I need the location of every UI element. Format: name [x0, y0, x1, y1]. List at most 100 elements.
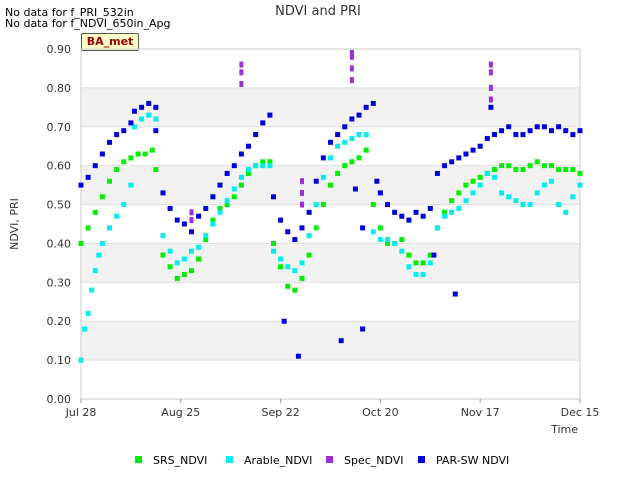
data-point-arable-ndvi: [174, 260, 180, 266]
data-point-par-sw-ndvi: [342, 124, 348, 130]
data-point-par-sw-ndvi: [431, 252, 437, 258]
legend-label: Arable_NDVI: [244, 454, 312, 467]
data-point-arable-ndvi: [556, 202, 562, 208]
x-tick-label: Dec 15: [561, 406, 600, 419]
data-point-arable-ndvi: [320, 174, 326, 180]
data-point-arable-ndvi: [188, 248, 194, 254]
data-point-spec-ndvi: [189, 209, 194, 216]
data-point-arable-ndvi: [377, 237, 383, 243]
data-point-arable-ndvi: [224, 198, 230, 204]
data-point-arable-ndvi: [499, 190, 505, 196]
data-point-srs-ndvi: [363, 147, 369, 153]
data-point-par-sw-ndvi: [224, 170, 230, 176]
data-point-arable-ndvi: [89, 287, 95, 293]
data-point-par-sw-ndvi: [181, 221, 187, 227]
legend-swatch: [326, 456, 333, 463]
data-point-srs-ndvi: [541, 163, 547, 169]
data-point-arable-ndvi: [427, 260, 433, 266]
data-point-par-sw-ndvi: [463, 151, 469, 157]
data-point-par-sw-ndvi: [534, 124, 540, 130]
data-point-par-sw-ndvi: [188, 229, 194, 235]
x-tick-label: Aug 25: [161, 406, 200, 419]
data-point-arable-ndvi: [217, 209, 223, 215]
data-point-spec-ndvi: [299, 201, 304, 208]
data-point-arable-ndvi: [506, 194, 512, 200]
legend-swatch: [418, 456, 425, 463]
data-point-srs-ndvi: [577, 170, 583, 176]
data-point-par-sw-ndvi: [434, 170, 440, 176]
data-point-par-sw-ndvi: [338, 338, 344, 344]
data-point-par-sw-ndvi: [352, 186, 358, 192]
data-point-par-sw-ndvi: [320, 155, 326, 161]
x-tick-label: Jul 28: [65, 406, 97, 419]
data-point-spec-ndvi: [488, 61, 493, 68]
data-point-srs-ndvi: [306, 252, 312, 258]
y-tick-label: 0.70: [47, 121, 72, 134]
data-point-arable-ndvi: [238, 174, 244, 180]
data-point-arable-ndvi: [292, 268, 298, 274]
data-point-par-sw-ndvi: [413, 209, 419, 215]
data-point-spec-ndvi: [239, 69, 244, 76]
data-point-par-sw-ndvi: [306, 209, 312, 215]
data-point-srs-ndvi: [470, 178, 476, 184]
data-point-par-sw-ndvi: [231, 163, 237, 169]
data-point-arable-ndvi: [477, 182, 483, 188]
data-point-srs-ndvi: [477, 174, 483, 180]
data-point-arable-ndvi: [196, 244, 202, 250]
data-point-par-sw-ndvi: [131, 108, 137, 114]
data-point-par-sw-ndvi: [527, 128, 533, 134]
data-point-spec-ndvi: [189, 217, 194, 224]
data-point-par-sw-ndvi: [246, 143, 252, 149]
data-point-srs-ndvi: [92, 209, 98, 215]
data-point-srs-ndvi: [491, 167, 497, 173]
data-point-arable-ndvi: [399, 248, 405, 254]
data-point-par-sw-ndvi: [399, 213, 405, 219]
data-point-srs-ndvi: [413, 260, 419, 266]
data-point-par-sw-ndvi: [85, 174, 91, 180]
data-point-srs-ndvi: [399, 237, 405, 243]
data-point-srs-ndvi: [335, 170, 341, 176]
data-point-arable-ndvi: [278, 256, 284, 262]
data-point-arable-ndvi: [306, 233, 312, 239]
data-point-arable-ndvi: [392, 240, 398, 246]
data-point-par-sw-ndvi: [452, 291, 458, 297]
data-point-par-sw-ndvi: [92, 163, 98, 169]
data-point-srs-ndvi: [349, 159, 355, 165]
data-point-par-sw-ndvi: [335, 132, 341, 138]
data-point-arable-ndvi: [313, 202, 319, 208]
data-point-par-sw-ndvi: [139, 104, 145, 110]
data-point-spec-ndvi: [488, 84, 493, 91]
data-point-srs-ndvi: [456, 190, 462, 196]
data-point-arable-ndvi: [520, 202, 526, 208]
data-point-par-sw-ndvi: [174, 217, 180, 223]
legend-label: PAR-SW NDVI: [436, 454, 509, 467]
data-point-arable-ndvi: [267, 163, 273, 169]
data-point-srs-ndvi: [142, 151, 148, 157]
data-point-srs-ndvi: [299, 275, 305, 281]
data-point-arable-ndvi: [181, 256, 187, 262]
data-point-par-sw-ndvi: [420, 213, 426, 219]
y-tick-label: 0.00: [47, 393, 72, 406]
data-point-spec-ndvi: [239, 61, 244, 68]
data-point-arable-ndvi: [420, 272, 426, 278]
data-point-arable-ndvi: [406, 264, 412, 270]
data-point-srs-ndvi: [370, 202, 376, 208]
data-point-par-sw-ndvi: [281, 318, 287, 324]
legend-label: SRS_NDVI: [153, 454, 207, 467]
data-point-srs-ndvi: [406, 252, 412, 258]
data-point-srs-ndvi: [121, 159, 127, 165]
data-point-par-sw-ndvi: [406, 217, 412, 223]
data-point-par-sw-ndvi: [267, 112, 273, 118]
data-point-arable-ndvi: [463, 198, 469, 204]
data-point-par-sw-ndvi: [114, 132, 120, 138]
data-point-par-sw-ndvi: [299, 225, 305, 231]
data-point-par-sw-ndvi: [520, 132, 526, 138]
y-tick-label: 0.30: [47, 276, 72, 289]
data-point-spec-ndvi: [299, 178, 304, 185]
data-point-arable-ndvi: [456, 205, 462, 211]
data-point-arable-ndvi: [203, 233, 209, 239]
data-point-srs-ndvi: [356, 155, 362, 161]
data-point-par-sw-ndvi: [477, 143, 483, 149]
data-point-arable-ndvi: [96, 252, 102, 258]
data-point-par-sw-ndvi: [253, 132, 259, 138]
